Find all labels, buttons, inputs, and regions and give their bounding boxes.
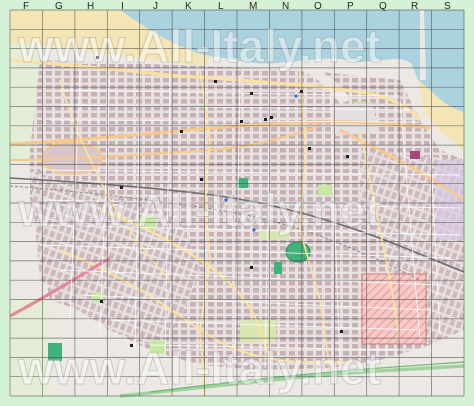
watermark-bottom: www.All-Italy.net (17, 342, 381, 394)
column-label: F (23, 1, 29, 12)
city-map[interactable]: www.All-Italy.net www.All-Italy.net www.… (0, 0, 474, 406)
column-label: R (411, 1, 418, 12)
column-label: O (314, 1, 322, 12)
column-label: P (347, 1, 354, 12)
column-label: I (121, 1, 124, 12)
map-canvas[interactable]: www.All-Italy.net www.All-Italy.net www.… (0, 0, 474, 406)
watermark-top: www.All-Italy.net (17, 20, 381, 72)
column-label: G (55, 1, 63, 12)
column-label: H (87, 1, 94, 12)
industrial-area (436, 160, 464, 240)
watermark-middle: www.All-Italy.net (17, 184, 381, 236)
column-label: J (153, 1, 158, 12)
column-label: L (218, 1, 224, 12)
column-label: N (282, 1, 289, 12)
column-label: Q (379, 1, 387, 12)
column-label: S (444, 1, 451, 12)
column-label: M (249, 1, 257, 12)
sports-field (274, 262, 282, 274)
poi-square (410, 151, 420, 159)
column-label: K (185, 1, 192, 12)
